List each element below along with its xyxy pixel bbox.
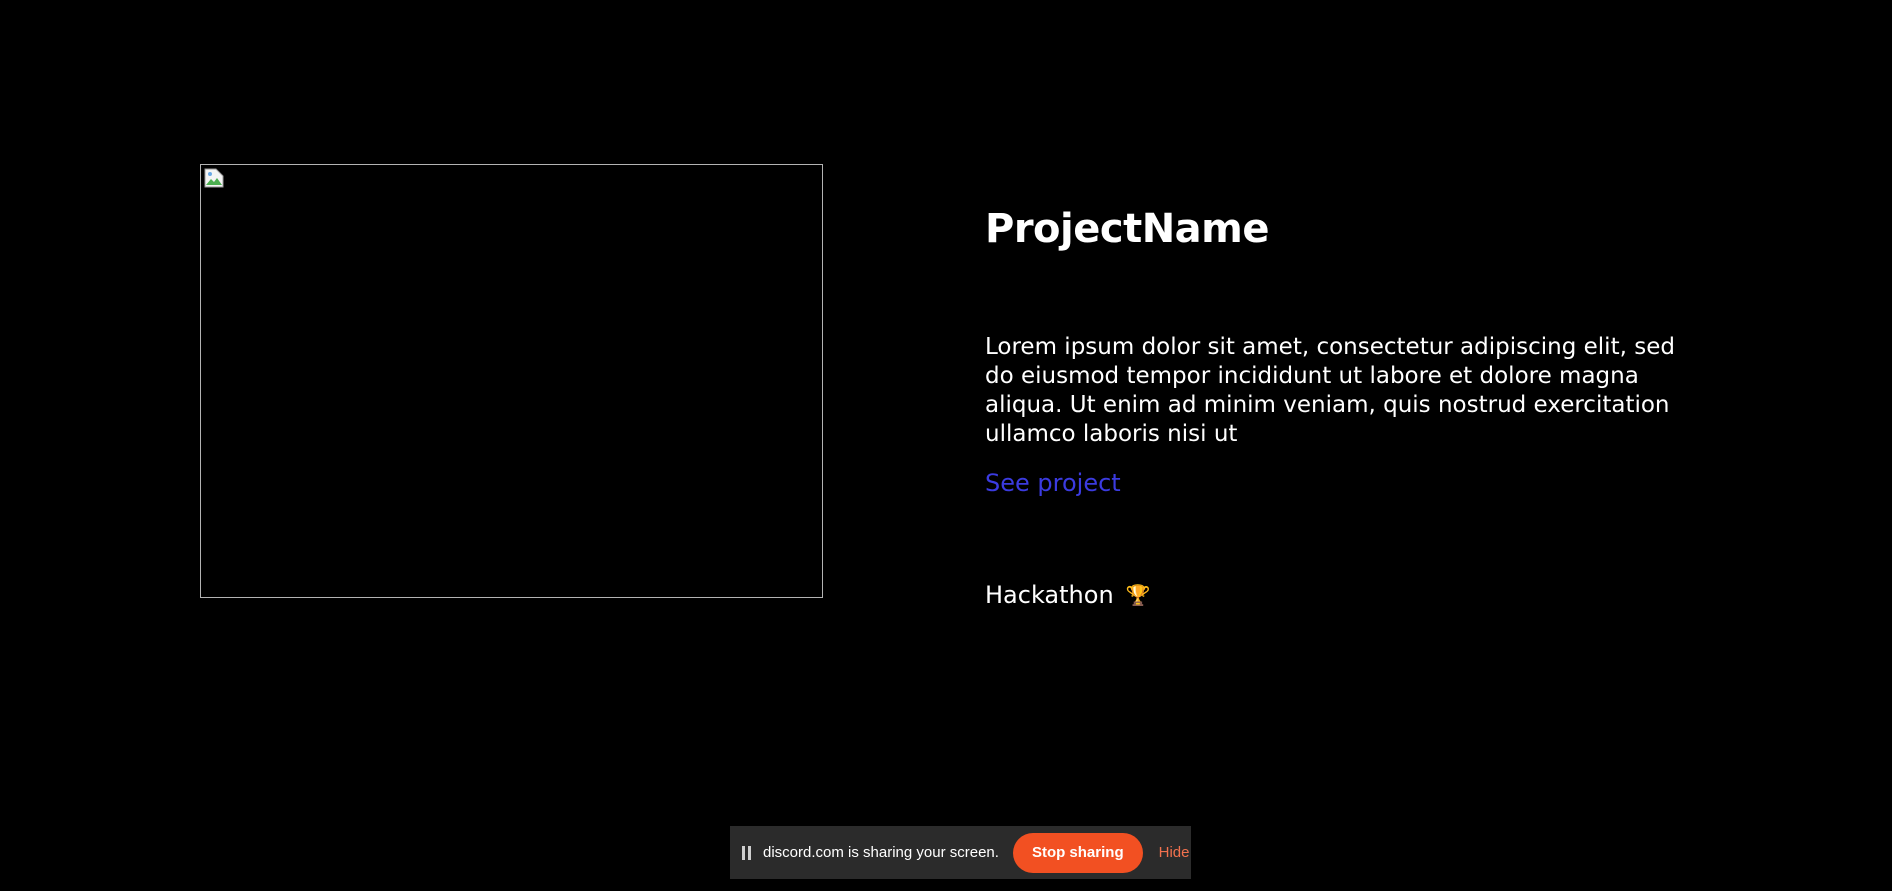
award-label: Hackathon (985, 581, 1114, 609)
pause-icon (742, 845, 751, 860)
trophy-icon: 🏆 (1125, 583, 1151, 607)
project-info: ProjectName Lorem ipsum dolor sit amet, … (985, 200, 1685, 609)
share-message: discord.com is sharing your screen. (763, 844, 999, 861)
broken-image-icon (204, 168, 224, 188)
award-row: Hackathon 🏆 (985, 580, 1151, 610)
hide-button[interactable]: Hide (1155, 844, 1194, 861)
screen-share-bar: discord.com is sharing your screen. Stop… (730, 826, 1191, 879)
project-title: ProjectName (985, 206, 1269, 252)
see-project-link[interactable]: See project (985, 468, 1121, 498)
stop-sharing-button[interactable]: Stop sharing (1012, 832, 1143, 873)
project-description: Lorem ipsum dolor sit amet, consectetur … (985, 334, 1675, 447)
page: ProjectName Lorem ipsum dolor sit amet, … (0, 0, 1892, 891)
project-image (200, 164, 823, 598)
